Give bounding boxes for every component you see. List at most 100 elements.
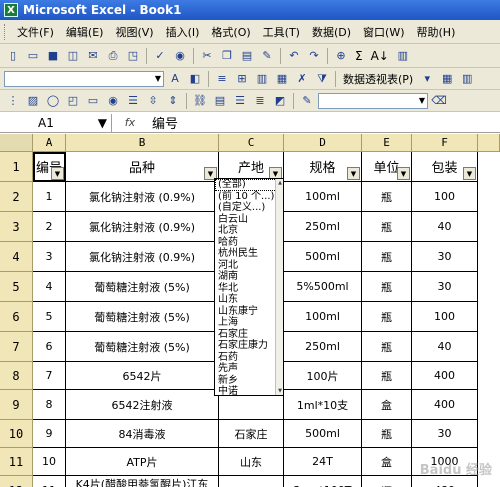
filter-option[interactable]: 石家庄 bbox=[215, 329, 283, 341]
borders-icon[interactable]: ⊞ bbox=[233, 70, 251, 88]
formula-value[interactable]: 编号 bbox=[148, 113, 178, 132]
filter-option[interactable]: 山东 bbox=[215, 294, 283, 306]
select-objects-icon[interactable]: ▨ bbox=[24, 92, 42, 110]
cell-spec[interactable]: 500ml bbox=[284, 242, 362, 272]
filter-dropdown-button[interactable]: ▼ bbox=[397, 167, 410, 180]
close-x-icon[interactable]: ✗ bbox=[293, 70, 311, 88]
filter-option[interactable]: 杭州民生 bbox=[215, 248, 283, 260]
eraser-icon[interactable]: ⌫ bbox=[430, 92, 448, 110]
row-header-1[interactable]: 1 bbox=[0, 152, 33, 182]
cell-spec[interactable]: 100ml bbox=[284, 302, 362, 332]
filter-option[interactable]: 湖南 bbox=[215, 271, 283, 283]
cell-name[interactable]: 氯化钠注射液 (0.9%) bbox=[66, 182, 219, 212]
copy-icon[interactable]: ❐ bbox=[218, 47, 236, 65]
paste-icon[interactable]: ▤ bbox=[238, 47, 256, 65]
cell-num[interactable]: 10 bbox=[33, 448, 66, 476]
filter-option[interactable]: 中诺 bbox=[215, 386, 283, 395]
list-box-icon[interactable]: ☰ bbox=[124, 92, 142, 110]
cell-name[interactable]: 葡萄糖注射液 (5%) bbox=[66, 332, 219, 362]
cell-pack[interactable]: 400 bbox=[412, 390, 478, 420]
cell-spec[interactable]: 5%500ml bbox=[284, 272, 362, 302]
menu-edit[interactable]: 编辑(E) bbox=[60, 24, 110, 40]
row-header-7[interactable]: 7 bbox=[0, 332, 33, 362]
cell-num[interactable]: 1 bbox=[33, 182, 66, 212]
filter-option[interactable]: (自定义...) bbox=[215, 202, 283, 214]
row-header-4[interactable]: 4 bbox=[0, 242, 33, 272]
row-header-9[interactable]: 9 bbox=[0, 390, 33, 420]
menu-grip[interactable] bbox=[4, 23, 7, 40]
menu-tools[interactable]: 工具(T) bbox=[257, 24, 306, 40]
font-name-combo[interactable]: ▼ bbox=[4, 70, 164, 87]
font-color-icon[interactable]: A bbox=[166, 70, 184, 88]
chevron-down-icon[interactable]: ▼ bbox=[98, 116, 107, 130]
print-icon[interactable]: ⎙ bbox=[104, 47, 122, 65]
cell-name[interactable]: 氯化钠注射液 (0.9%) bbox=[66, 212, 219, 242]
cell-name[interactable]: K4片(醋酸甲萘氢醌片)江东 bbox=[66, 476, 219, 487]
cell-num[interactable]: 9 bbox=[33, 420, 66, 448]
cell-num[interactable]: 11 bbox=[33, 476, 66, 487]
cell-spec[interactable]: 100片 bbox=[284, 362, 362, 390]
autosum-icon[interactable]: Σ bbox=[352, 47, 366, 65]
cell-num[interactable]: 3 bbox=[33, 242, 66, 272]
filter-dropdown-button[interactable]: ▼ bbox=[463, 167, 476, 180]
cell-pack[interactable]: 30 bbox=[412, 420, 478, 448]
insert-column-icon[interactable]: ▥ bbox=[253, 70, 271, 88]
cell-spec[interactable]: 100ml bbox=[284, 182, 362, 212]
cell-name[interactable]: ATP片 bbox=[66, 448, 219, 476]
permission-icon[interactable]: ◫ bbox=[64, 47, 82, 65]
filter-option[interactable]: 石家庄康力 bbox=[215, 340, 283, 352]
cell-pack[interactable]: 40 bbox=[412, 332, 478, 362]
filter-option[interactable]: 白云山 bbox=[215, 214, 283, 226]
filter-option[interactable]: (全部) bbox=[215, 179, 283, 191]
research-icon[interactable]: ◉ bbox=[171, 47, 189, 65]
column-header-c[interactable]: C bbox=[219, 134, 284, 152]
cell-pack[interactable]: 40 bbox=[412, 212, 478, 242]
pivot-wizard-icon[interactable]: ▦ bbox=[438, 70, 456, 88]
cell-num[interactable]: 7 bbox=[33, 362, 66, 390]
filter-dropdown-button[interactable]: ▼ bbox=[347, 167, 360, 180]
cell-num[interactable]: 6 bbox=[33, 332, 66, 362]
cell-pack[interactable]: 30 bbox=[412, 272, 478, 302]
filter-option[interactable]: (前 10 个...) bbox=[215, 191, 283, 203]
line-style-icon[interactable]: ≣ bbox=[251, 92, 269, 110]
delete-column-icon[interactable]: ▦ bbox=[273, 70, 291, 88]
align-left-icon[interactable]: ≡ bbox=[213, 70, 231, 88]
menu-insert[interactable]: 插入(I) bbox=[160, 24, 206, 40]
select-all-corner[interactable] bbox=[0, 134, 33, 152]
name-box[interactable]: A1 ▼ bbox=[0, 113, 112, 132]
line-weight-icon[interactable]: ☰ bbox=[231, 92, 249, 110]
menu-file[interactable]: 文件(F) bbox=[11, 24, 60, 40]
redo-icon[interactable]: ↷ bbox=[305, 47, 323, 65]
cell-unit[interactable]: 瓶 bbox=[362, 332, 412, 362]
print-preview-icon[interactable]: ◳ bbox=[124, 47, 142, 65]
cell-name[interactable]: 6542片 bbox=[66, 362, 219, 390]
column-header-f[interactable]: F bbox=[412, 134, 478, 152]
scroll-up-icon[interactable]: ▲ bbox=[278, 180, 282, 186]
cell-name[interactable]: 葡萄糖注射液 (5%) bbox=[66, 272, 219, 302]
column-header-extra[interactable] bbox=[478, 134, 500, 152]
filter-option[interactable]: 新乡 bbox=[215, 375, 283, 387]
scroll-bar-icon[interactable]: ⇳ bbox=[144, 92, 162, 110]
filter-option[interactable]: 上海 bbox=[215, 317, 283, 329]
filter-icon[interactable]: ⧩ bbox=[313, 70, 331, 88]
filter-option[interactable]: 先声 bbox=[215, 363, 283, 375]
row-header-8[interactable]: 8 bbox=[0, 362, 33, 390]
filter-option[interactable]: 石药 bbox=[215, 352, 283, 364]
cell-unit[interactable]: 瓶 bbox=[362, 182, 412, 212]
line-style-combo[interactable]: ▼ bbox=[318, 92, 428, 109]
column-header-e[interactable]: E bbox=[362, 134, 412, 152]
cell-unit[interactable]: 瓶 bbox=[362, 362, 412, 390]
row-header-12[interactable]: 12 bbox=[0, 476, 33, 487]
cell-spec[interactable]: 250ml bbox=[284, 332, 362, 362]
row-header-11[interactable]: 11 bbox=[0, 448, 33, 476]
filter-option[interactable]: 哈药 bbox=[215, 237, 283, 249]
filter-option[interactable]: 华北 bbox=[215, 283, 283, 295]
menu-view[interactable]: 视图(V) bbox=[109, 24, 159, 40]
cell-pack[interactable]: 100 bbox=[412, 182, 478, 212]
cell-spec[interactable]: 500ml bbox=[284, 420, 362, 448]
cell-pack[interactable]: 100 bbox=[412, 302, 478, 332]
label-icon[interactable]: ▭ bbox=[84, 92, 102, 110]
scroll-down-icon[interactable]: ▼ bbox=[278, 388, 282, 394]
cell-unit[interactable]: 瓶 bbox=[362, 476, 412, 487]
shadow-icon[interactable]: ◩ bbox=[271, 92, 289, 110]
